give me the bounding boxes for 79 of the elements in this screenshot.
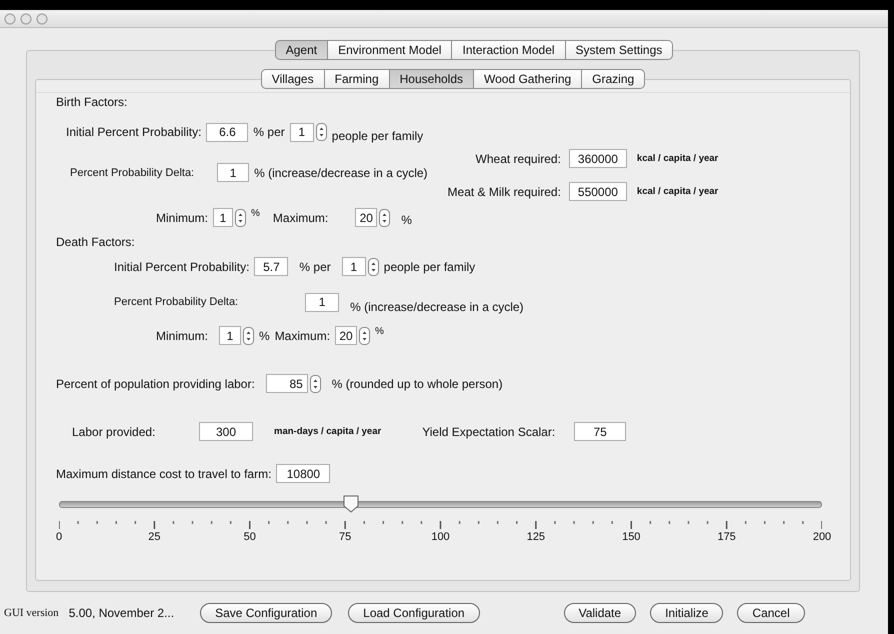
slider-thumb[interactable] [343, 495, 360, 513]
tab[interactable]: Villages [260, 69, 325, 89]
field-label: Wheat required: [476, 152, 561, 166]
tick-label: 150 [622, 531, 640, 543]
input-field[interactable]: 6.6 [206, 122, 248, 142]
unit-label: man-days / capita / year [274, 426, 382, 437]
version-text: 5.00, November 2... [68, 606, 174, 620]
spinner-field[interactable]: 1 [213, 208, 234, 227]
section-heading: Birth Factors: [56, 95, 128, 109]
unit-label: % [251, 208, 260, 219]
unit-label: kcal / capita / year [636, 153, 718, 164]
unit-label: % per [299, 260, 331, 274]
input-field[interactable]: 1 [217, 163, 250, 182]
field-label: Initial Percent Probability: [66, 125, 202, 139]
tick-label: 175 [717, 531, 736, 543]
unit-label: % [375, 326, 384, 337]
field-label: Minimum: [156, 328, 208, 342]
input-field[interactable]: 360000 [568, 149, 627, 168]
tick-label: 25 [148, 531, 160, 543]
tick-label: 125 [526, 531, 546, 543]
spinner-field[interactable]: 85 [266, 374, 308, 393]
field-label: Percent Probability Delta: [70, 166, 194, 178]
unit-label: people per family [384, 260, 476, 274]
unit-label: % (increase/decrease in a cycle) [254, 166, 428, 180]
spinner-field[interactable]: 1 [342, 257, 366, 276]
spinner-field[interactable]: 1 [290, 122, 314, 142]
input-field[interactable]: 300 [199, 422, 253, 441]
stepper-icon[interactable] [368, 258, 379, 276]
field-label: Maximum distance cost to travel to farm: [56, 466, 272, 480]
input-field[interactable]: 1 [305, 292, 340, 312]
field-label: Percent Probability Delta: [114, 296, 238, 308]
input-field[interactable]: 10800 [276, 464, 330, 483]
input-field[interactable]: 5.7 [254, 257, 288, 276]
footer-button[interactable]: Initialize [650, 603, 724, 623]
spinner-field[interactable]: 20 [335, 326, 358, 345]
field-label: Percent of population providing labor: [56, 376, 255, 390]
footer-button[interactable]: Load Configuration [348, 603, 480, 623]
unit-label: % [401, 213, 412, 227]
field-label: Labor provided: [72, 424, 156, 438]
version-label: GUI version [4, 607, 59, 619]
tick-label: 100 [431, 531, 450, 543]
tab[interactable]: Wood Gathering [474, 69, 582, 89]
tab[interactable]: Farming [324, 69, 390, 89]
field-label: Yield Expectation Scalar: [422, 424, 556, 438]
stepper-icon[interactable] [235, 208, 246, 226]
tick-label: 50 [244, 531, 256, 543]
spinner-field[interactable]: 20 [355, 208, 378, 227]
spinner-field[interactable]: 1 [219, 326, 242, 345]
unit-label: % [259, 328, 270, 342]
footer-button[interactable]: Cancel [737, 603, 805, 623]
footer-button[interactable]: Validate [564, 603, 636, 623]
tick-label: 200 [812, 531, 832, 543]
stepper-icon[interactable] [379, 208, 390, 226]
unit-label: people per family [332, 129, 424, 143]
field-label: Meat & Milk required: [448, 184, 561, 198]
field-label: Minimum: [156, 210, 208, 224]
unit-label: % per [253, 125, 285, 139]
tab[interactable]: Interaction Model [452, 40, 566, 60]
field-label: Initial Percent Probability: [114, 260, 250, 274]
field-label: Maximum: [274, 328, 330, 342]
field-label: Maximum: [272, 210, 328, 224]
stepper-icon[interactable] [359, 326, 370, 344]
input-field[interactable]: 550000 [568, 182, 627, 201]
tab[interactable]: Agent [274, 40, 328, 60]
unit-label: kcal / capita / year [636, 186, 718, 197]
unit-label: % (rounded up to whole person) [332, 376, 503, 390]
stepper-icon[interactable] [310, 374, 321, 392]
unit-label: % (increase/decrease in a cycle) [350, 300, 524, 314]
tick-label: 0 [56, 531, 62, 543]
section-heading: Death Factors: [56, 235, 135, 249]
tab[interactable]: Environment Model [328, 40, 452, 60]
stepper-icon[interactable] [243, 326, 254, 344]
stepper-icon[interactable] [316, 123, 327, 141]
tick-label: 75 [339, 531, 352, 543]
footer-button[interactable]: Save Configuration [200, 603, 332, 623]
input-field[interactable]: 75 [574, 422, 626, 441]
tab[interactable]: Households [390, 69, 474, 89]
tab[interactable]: Grazing [582, 69, 646, 89]
tab[interactable]: System Settings [566, 40, 674, 60]
